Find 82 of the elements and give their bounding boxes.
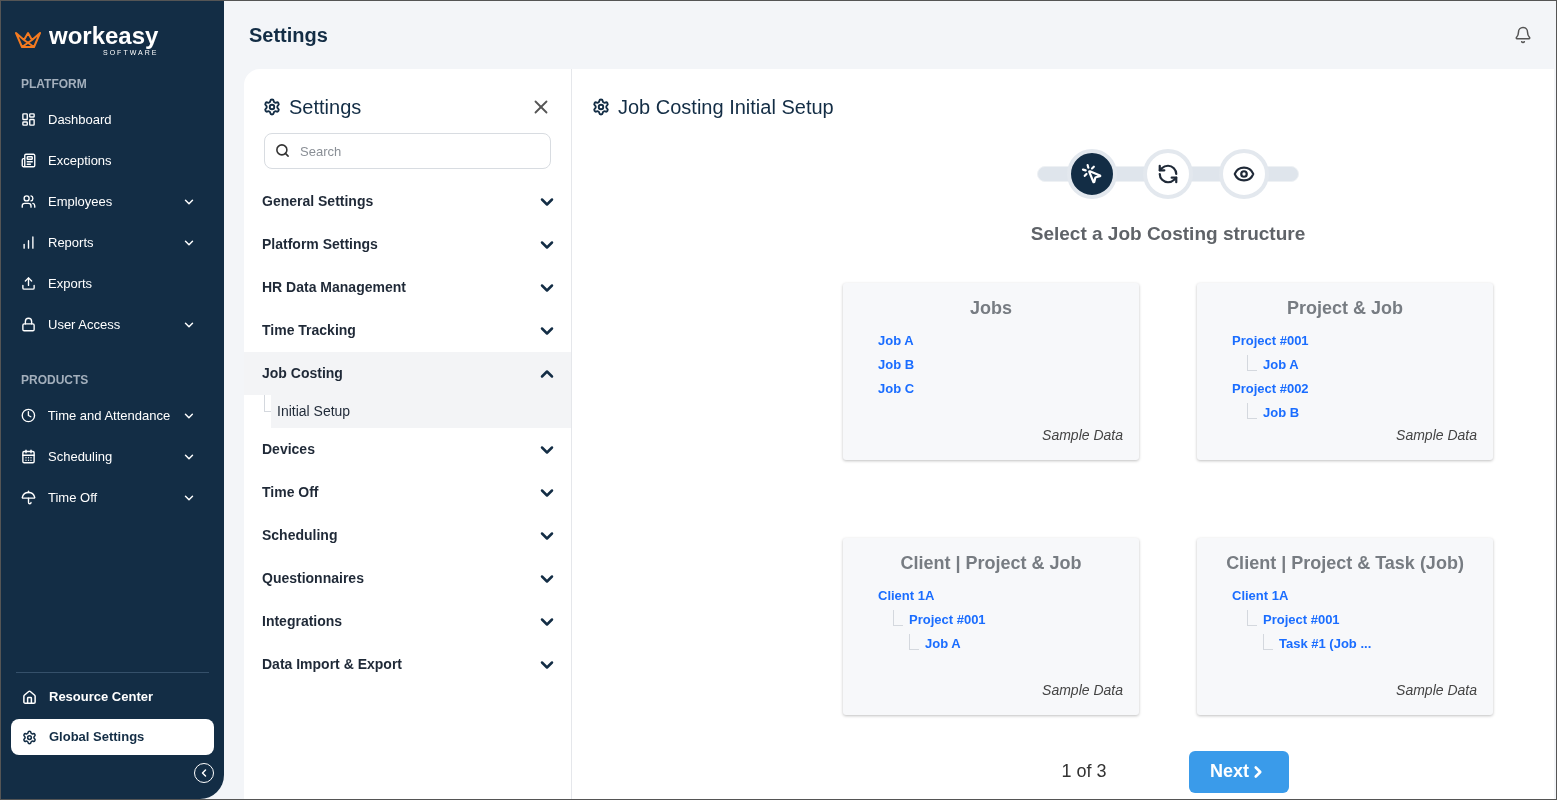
- sample-item: Project #001: [909, 610, 986, 629]
- settings-group[interactable]: Questionnaires: [244, 557, 571, 600]
- search-field[interactable]: Search: [264, 133, 551, 169]
- sample-item: Project #001: [1263, 610, 1340, 629]
- sidebar-item[interactable]: Dashboard: [1, 99, 224, 140]
- house-icon: [22, 689, 37, 705]
- search-icon: [275, 143, 290, 158]
- page-indicator: 1 of 3: [1061, 760, 1107, 783]
- sidebar-item-icon: [21, 153, 36, 168]
- setup-title: Job Costing Initial Setup: [618, 95, 834, 120]
- settings-group[interactable]: Integrations: [244, 600, 571, 643]
- tree-connector: [893, 609, 903, 626]
- card-title: Jobs: [969, 296, 1013, 320]
- sidebar-item[interactable]: Time Off: [1, 477, 224, 518]
- card-title: Client | Project & Task (Job): [1225, 551, 1465, 575]
- card-title: Project & Job: [1286, 296, 1404, 320]
- section-heading: PRODUCTS: [20, 372, 90, 389]
- panel-title: Settings: [289, 95, 363, 120]
- sidebar-item-icon: [21, 112, 36, 127]
- sample-item: Job C: [878, 379, 915, 398]
- sample-item: Project #001: [1232, 331, 1309, 350]
- sidebar-item-icon: [21, 490, 36, 505]
- sidebar-item-icon: [21, 449, 36, 464]
- sidebar-item-icon: [21, 276, 36, 291]
- tree-connector: [1263, 633, 1273, 650]
- card-footnote: Sample Data: [1395, 425, 1478, 445]
- sidebar-item[interactable]: Reports: [1, 222, 224, 263]
- brand-name: workeasy: [49, 23, 159, 48]
- settings-group[interactable]: Devices: [244, 428, 571, 471]
- sample-item: Job B: [1263, 403, 1300, 422]
- sidebar-item-icon: [21, 317, 36, 332]
- settings-group[interactable]: Scheduling: [244, 514, 571, 557]
- step-indicator[interactable]: [1219, 149, 1269, 199]
- crown-logo-icon: [15, 31, 41, 49]
- card-footnote: Sample Data: [1041, 425, 1124, 445]
- structure-card[interactable]: Project & Job Project #001 Job A Project #002 Job B Sample Data: [1197, 282, 1493, 460]
- structure-card[interactable]: Jobs Job A Job B Job C Sample Data: [843, 282, 1139, 460]
- sample-item: Task #1 (Job ...: [1279, 634, 1372, 653]
- sidebar-item[interactable]: User Access: [1, 304, 224, 345]
- sidebar-item[interactable]: Exports: [1, 263, 224, 304]
- sidebar-item-icon: [21, 235, 36, 250]
- settings-icon: [592, 98, 610, 116]
- section-heading: PLATFORM: [20, 76, 88, 93]
- sample-item: Client 1A: [878, 586, 935, 605]
- settings-icon: [22, 729, 37, 745]
- settings-group[interactable]: Time Tracking: [244, 309, 571, 352]
- structure-card[interactable]: Client | Project & Job Client 1A Project #001 Job A Sample Data: [843, 537, 1139, 715]
- sample-item: Job A: [925, 634, 961, 653]
- tree-connector: [1247, 609, 1257, 626]
- sidebar-footer-item[interactable]: Global Settings: [11, 719, 214, 755]
- settings-group[interactable]: Data Import & Export: [244, 643, 571, 686]
- card-footnote: Sample Data: [1041, 680, 1124, 700]
- sidebar-footer-item[interactable]: Resource Center: [11, 679, 214, 715]
- settings-group[interactable]: Job Costing: [244, 352, 571, 395]
- sidebar-item[interactable]: Exceptions: [1, 140, 224, 181]
- card-footnote: Sample Data: [1395, 680, 1478, 700]
- sample-item: Project #002: [1232, 379, 1309, 398]
- page-title: Settings: [248, 23, 329, 48]
- settings-group[interactable]: Platform Settings: [244, 223, 571, 266]
- settings-group[interactable]: Time Off: [244, 471, 571, 514]
- tree-connector: [909, 633, 919, 650]
- card-title: Client | Project & Job: [899, 551, 1083, 575]
- structure-card[interactable]: Client | Project & Task (Job) Client 1A Project #001 Task #1 (Job ... Sample Data: [1197, 537, 1493, 715]
- sidebar-item[interactable]: Time and Attendance: [1, 395, 224, 436]
- settings-subitem[interactable]: Initial Setup: [271, 395, 571, 428]
- step-label: Select a Job Costing structure: [1030, 222, 1306, 246]
- sample-item: Job A: [878, 331, 914, 350]
- sidebar-item-icon: [21, 408, 36, 423]
- tree-connector: [1247, 354, 1257, 371]
- sidebar-item[interactable]: Employees: [1, 181, 224, 222]
- tree-connector: [1247, 402, 1257, 419]
- settings-group[interactable]: HR Data Management: [244, 266, 571, 309]
- sample-item: Job B: [878, 355, 915, 374]
- sidebar-item-icon: [21, 194, 36, 209]
- settings-group[interactable]: General Settings: [244, 180, 571, 223]
- notification-bell-icon[interactable]: [1514, 26, 1532, 44]
- step-indicator[interactable]: [1143, 149, 1193, 199]
- sample-item: Client 1A: [1232, 586, 1289, 605]
- sidebar-item[interactable]: Scheduling: [1, 436, 224, 477]
- step-indicator[interactable]: [1067, 149, 1117, 199]
- sample-item: Job A: [1263, 355, 1299, 374]
- settings-icon: [263, 98, 281, 116]
